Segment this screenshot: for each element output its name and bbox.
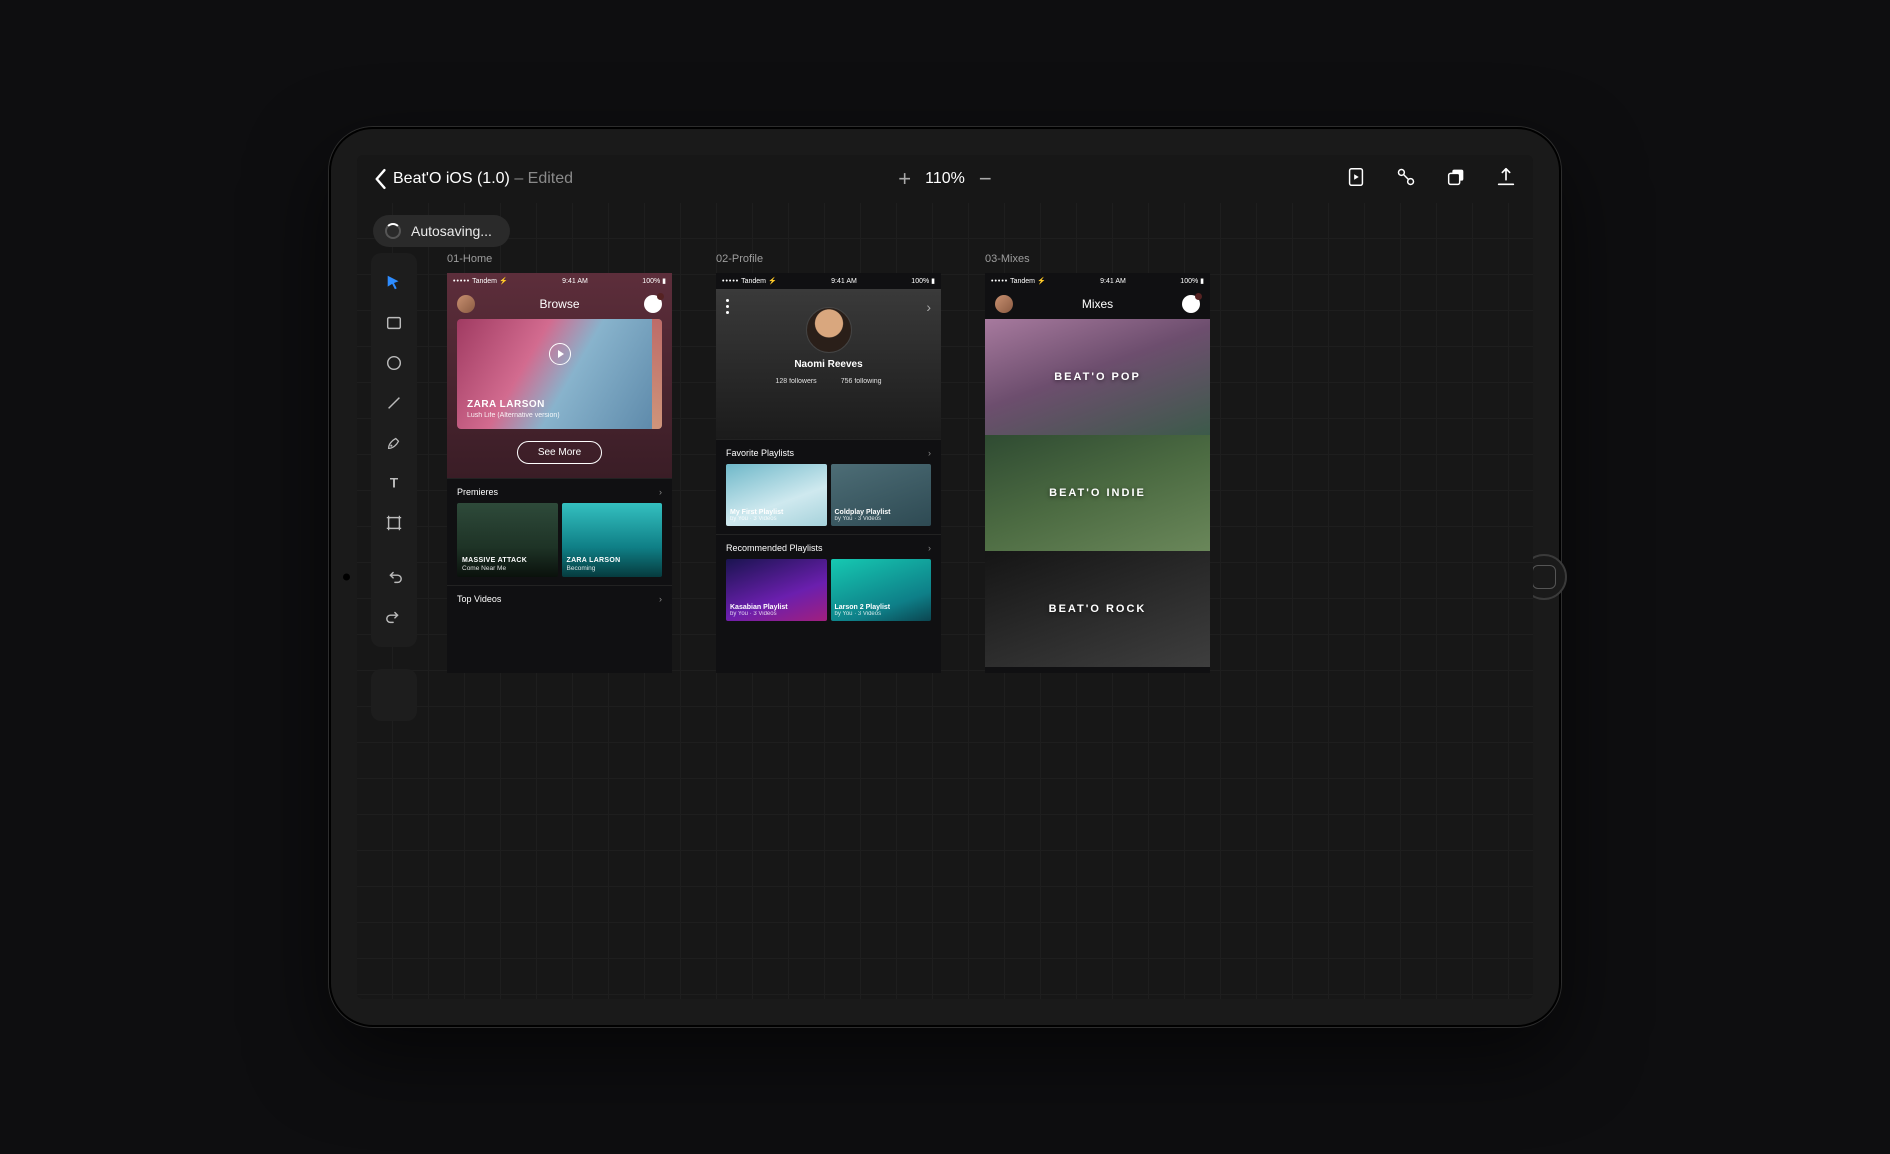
- see-more-button[interactable]: See More: [517, 441, 602, 464]
- playlist-card[interactable]: Larson 2 Playlist by You · 3 Videos: [831, 559, 932, 621]
- autosave-label: Autosaving...: [411, 223, 492, 239]
- doc-status: – Edited: [514, 170, 573, 187]
- hero-artist: ZARA LARSON: [467, 399, 560, 410]
- phone-mock-home: ••••• Tandem ⚡ 9:41 AM 100% ▮ Browse: [447, 273, 672, 673]
- artboard-01-home[interactable]: 01-Home ••••• Tandem ⚡ 9:41 AM 100% ▮ Br…: [447, 253, 672, 673]
- autosave-indicator: Autosaving...: [373, 215, 510, 247]
- hero-track: Lush Life (Alternative version): [467, 412, 560, 419]
- artboard-02-profile[interactable]: 02-Profile ••••• Tandem ⚡ 9:41 AM 100% ▮…: [716, 253, 941, 673]
- svg-text:T: T: [390, 476, 399, 491]
- notifications-icon[interactable]: [1182, 295, 1200, 313]
- zoom-level: 110%: [925, 170, 965, 188]
- link-button[interactable]: [1395, 166, 1417, 193]
- playlist-card[interactable]: My First Playlist by You · 3 Videos: [726, 464, 827, 526]
- redo-button[interactable]: [371, 597, 417, 637]
- zoom-control: + 110% −: [898, 166, 991, 192]
- chevron-right-icon[interactable]: ›: [928, 448, 931, 458]
- share-button[interactable]: [1495, 166, 1517, 193]
- work-area: T 01-Home: [357, 203, 1533, 999]
- premiere-card[interactable]: MASSIVE ATTACK Come Near Me: [457, 503, 558, 577]
- spinner-icon: [385, 223, 401, 239]
- premiere-card[interactable]: ZARA LARSON Becoming: [562, 503, 663, 577]
- line-tool[interactable]: [371, 383, 417, 423]
- back-button[interactable]: Beat'O iOS (1.0) – Edited: [373, 168, 573, 190]
- chevron-right-icon[interactable]: ›: [659, 594, 662, 604]
- ipad-frame: Beat'O iOS (1.0) – Edited + 110% −: [329, 127, 1561, 1027]
- artboard-label: 01-Home: [447, 253, 672, 265]
- phone-mock-profile: ••••• Tandem ⚡ 9:41 AM 100% ▮ › Naomi Re…: [716, 273, 941, 673]
- profile-avatar[interactable]: [806, 307, 852, 353]
- secondary-palette: [371, 669, 417, 721]
- layers-button[interactable]: [1445, 166, 1467, 193]
- nav-title: Browse: [539, 297, 579, 311]
- status-bar: ••••• Tandem ⚡ 9:41 AM 100% ▮: [447, 273, 672, 289]
- tool-palette: T: [371, 253, 417, 647]
- document-title: Beat'O iOS (1.0) – Edited: [393, 170, 573, 188]
- profile-name: Naomi Reeves: [716, 359, 941, 370]
- status-bar: ••••• Tandem ⚡ 9:41 AM 100% ▮: [985, 273, 1210, 289]
- select-tool[interactable]: [371, 263, 417, 303]
- section-title: Premieres: [457, 487, 498, 497]
- undo-button[interactable]: [371, 557, 417, 597]
- avatar[interactable]: [995, 295, 1013, 313]
- status-bar: ••••• Tandem ⚡ 9:41 AM 100% ▮: [716, 273, 941, 289]
- following-count: 756 following: [841, 378, 882, 385]
- artboard-03-mixes[interactable]: 03-Mixes ••••• Tandem ⚡ 9:41 AM 100% ▮ M…: [985, 253, 1210, 673]
- zoom-in-button[interactable]: +: [898, 166, 911, 192]
- artboard-label: 03-Mixes: [985, 253, 1210, 265]
- notifications-icon[interactable]: [644, 295, 662, 313]
- doc-name: Beat'O iOS (1.0): [393, 170, 510, 187]
- play-icon[interactable]: [549, 343, 571, 365]
- artboard-tool[interactable]: [371, 503, 417, 543]
- text-tool[interactable]: T: [371, 463, 417, 503]
- chevron-right-icon[interactable]: ›: [926, 299, 931, 315]
- app-screen: Beat'O iOS (1.0) – Edited + 110% −: [357, 155, 1533, 999]
- playlist-card[interactable]: Kasabian Playlist by You · 3 Videos: [726, 559, 827, 621]
- chevron-right-icon[interactable]: ›: [928, 543, 931, 553]
- mix-tile[interactable]: BEAT'O INDIE: [985, 435, 1210, 551]
- ellipse-tool[interactable]: [371, 343, 417, 383]
- section-title: Favorite Playlists: [726, 448, 794, 458]
- zoom-out-button[interactable]: −: [979, 166, 992, 192]
- playlist-card[interactable]: Coldplay Playlist by You · 3 Videos: [831, 464, 932, 526]
- chevron-right-icon[interactable]: ›: [659, 487, 662, 497]
- pen-tool[interactable]: [371, 423, 417, 463]
- preview-button[interactable]: [1345, 166, 1367, 193]
- rectangle-tool[interactable]: [371, 303, 417, 343]
- top-toolbar: Beat'O iOS (1.0) – Edited + 110% −: [357, 155, 1533, 203]
- phone-mock-mixes: ••••• Tandem ⚡ 9:41 AM 100% ▮ Mixes BEAT…: [985, 273, 1210, 673]
- mix-tile[interactable]: BEAT'O ROCK: [985, 551, 1210, 667]
- artboard-label: 02-Profile: [716, 253, 941, 265]
- menu-dots-icon[interactable]: [726, 299, 729, 314]
- canvas[interactable]: 01-Home ••••• Tandem ⚡ 9:41 AM 100% ▮ Br…: [417, 203, 1533, 999]
- avatar[interactable]: [457, 295, 475, 313]
- followers-count: 128 followers: [775, 378, 816, 385]
- section-title: Top Videos: [457, 594, 501, 604]
- chevron-left-icon: [373, 168, 387, 190]
- hero-card[interactable]: ZARA LARSON Lush Life (Alternative versi…: [457, 319, 662, 429]
- section-title: Recommended Playlists: [726, 543, 823, 553]
- mix-tile[interactable]: BEAT'O POP: [985, 319, 1210, 435]
- nav-title: Mixes: [1082, 297, 1113, 311]
